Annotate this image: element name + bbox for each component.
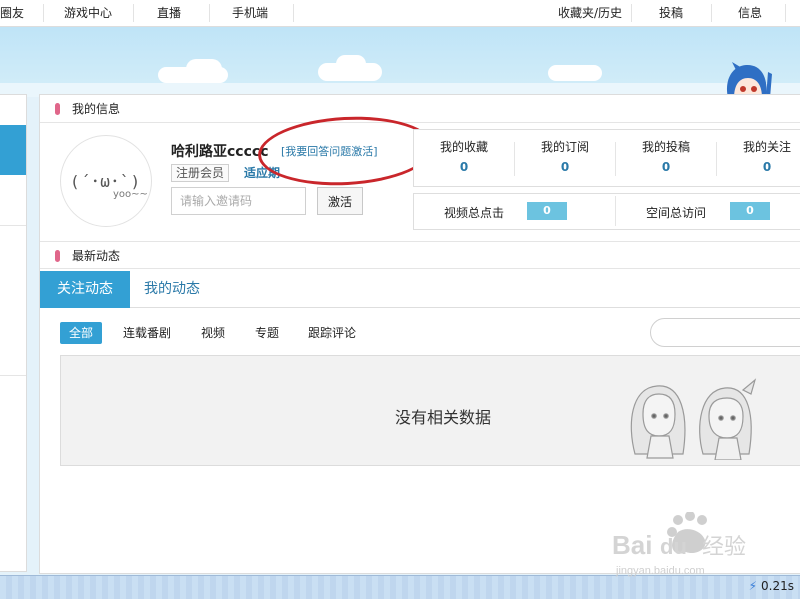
- section-title: 最新动态: [72, 249, 121, 263]
- main-panel: 我的信息 (´･ω･`) yoo~~ 哈利路亚ccccc [我要回答问题激活] …: [39, 94, 800, 574]
- tab-my-activity[interactable]: 我的动态: [130, 271, 214, 308]
- top-nav: 圈友 游戏中心 直播 手机端 收藏夹/历史 投稿 信息: [0, 0, 800, 27]
- nav-item-upload[interactable]: 投稿: [659, 0, 683, 27]
- totals-box: 视频总点击 0 空间总访问 0: [413, 193, 800, 230]
- latest-activity-header: 最新动态: [40, 241, 800, 269]
- space-visits-value: 0: [730, 202, 770, 220]
- nav-item-friends[interactable]: 圈友: [0, 0, 24, 27]
- nav-divider: [711, 4, 712, 22]
- trial-period-label[interactable]: 适应期: [244, 164, 280, 181]
- tab-following-activity[interactable]: 关注动态: [40, 271, 130, 308]
- stat-label: 我的投稿: [641, 140, 690, 154]
- empty-illustration-icon: [630, 378, 757, 460]
- stat-value: 0: [459, 160, 469, 174]
- filter-video[interactable]: 视频: [201, 322, 225, 344]
- filter-serial-anime[interactable]: 连载番剧: [123, 322, 171, 344]
- activate-button[interactable]: 激活: [317, 187, 363, 215]
- stat-uploads[interactable]: 我的投稿 0: [616, 138, 716, 174]
- answer-questions-link[interactable]: [我要回答问题激活]: [281, 143, 378, 159]
- nav-item-favorites-history[interactable]: 收藏夹/历史: [558, 0, 622, 27]
- stat-favorites[interactable]: 我的收藏 0: [414, 138, 514, 174]
- nav-item-live[interactable]: 直播: [157, 0, 181, 27]
- avatar-caption: yoo~~: [113, 189, 148, 200]
- stat-divider: [615, 196, 616, 226]
- video-clicks-value: 0: [527, 202, 567, 220]
- stat-value: 0: [560, 160, 570, 174]
- nav-item-game-center[interactable]: 游戏中心: [64, 0, 112, 27]
- load-speed: ⚡ 0.21s: [749, 579, 794, 593]
- avatar[interactable]: (´･ω･`) yoo~~: [60, 135, 152, 227]
- nav-item-mobile[interactable]: 手机端: [232, 0, 268, 27]
- load-time: 0.21s: [761, 579, 794, 593]
- empty-message: 没有相关数据: [395, 408, 492, 427]
- cloud-decoration: [548, 65, 602, 81]
- stat-subscriptions[interactable]: 我的订阅 0: [515, 138, 615, 174]
- section-pin-icon: [55, 250, 60, 262]
- nav-divider: [293, 4, 294, 22]
- lightning-icon: ⚡: [748, 579, 758, 593]
- section-pin-icon: [55, 103, 60, 115]
- nav-divider: [209, 4, 210, 22]
- empty-state: 没有相关数据: [60, 355, 800, 466]
- stat-label: 我的收藏: [439, 140, 488, 154]
- sidebar-item-active[interactable]: [0, 125, 26, 175]
- nav-divider: [631, 4, 632, 22]
- video-clicks-label: 视频总点击: [444, 206, 505, 220]
- my-info-header: 我的信息: [40, 95, 800, 123]
- activity-tabs: 关注动态 我的动态: [40, 271, 800, 308]
- nav-divider: [133, 4, 134, 22]
- left-sidebar: [0, 94, 27, 572]
- stat-label: 我的订阅: [540, 140, 589, 154]
- cloud-decoration: [336, 55, 366, 73]
- stat-label: 我的关注: [742, 140, 791, 154]
- filter-all[interactable]: 全部: [60, 322, 103, 344]
- space-visits-label: 空间总访问: [646, 206, 707, 220]
- member-badge: 注册会员: [171, 164, 230, 182]
- nav-divider: [785, 4, 786, 22]
- sidebar-divider: [0, 225, 26, 226]
- search-input[interactable]: [650, 318, 800, 347]
- filter-topic[interactable]: 专题: [255, 322, 279, 344]
- header-banner: [0, 27, 800, 97]
- cloud-decoration: [186, 59, 222, 79]
- nav-divider: [43, 4, 44, 22]
- mascot-character-icon: [726, 62, 772, 98]
- invite-code-input[interactable]: [171, 187, 306, 215]
- section-title: 我的信息: [72, 102, 121, 116]
- stat-following[interactable]: 我的关注 0: [717, 138, 800, 174]
- nav-item-messages[interactable]: 信息: [738, 0, 762, 27]
- status-bar: ⚡ 0.21s: [0, 575, 800, 599]
- stats-box: 我的收藏 0 我的订阅 0 我的投稿 0 我的关注 0: [413, 129, 800, 187]
- stat-value: 0: [661, 160, 671, 174]
- stat-value: 0: [762, 160, 772, 174]
- sidebar-divider: [0, 375, 26, 376]
- username: 哈利路亚ccccc: [171, 144, 269, 160]
- filter-tracked-comments[interactable]: 跟踪评论: [308, 322, 356, 344]
